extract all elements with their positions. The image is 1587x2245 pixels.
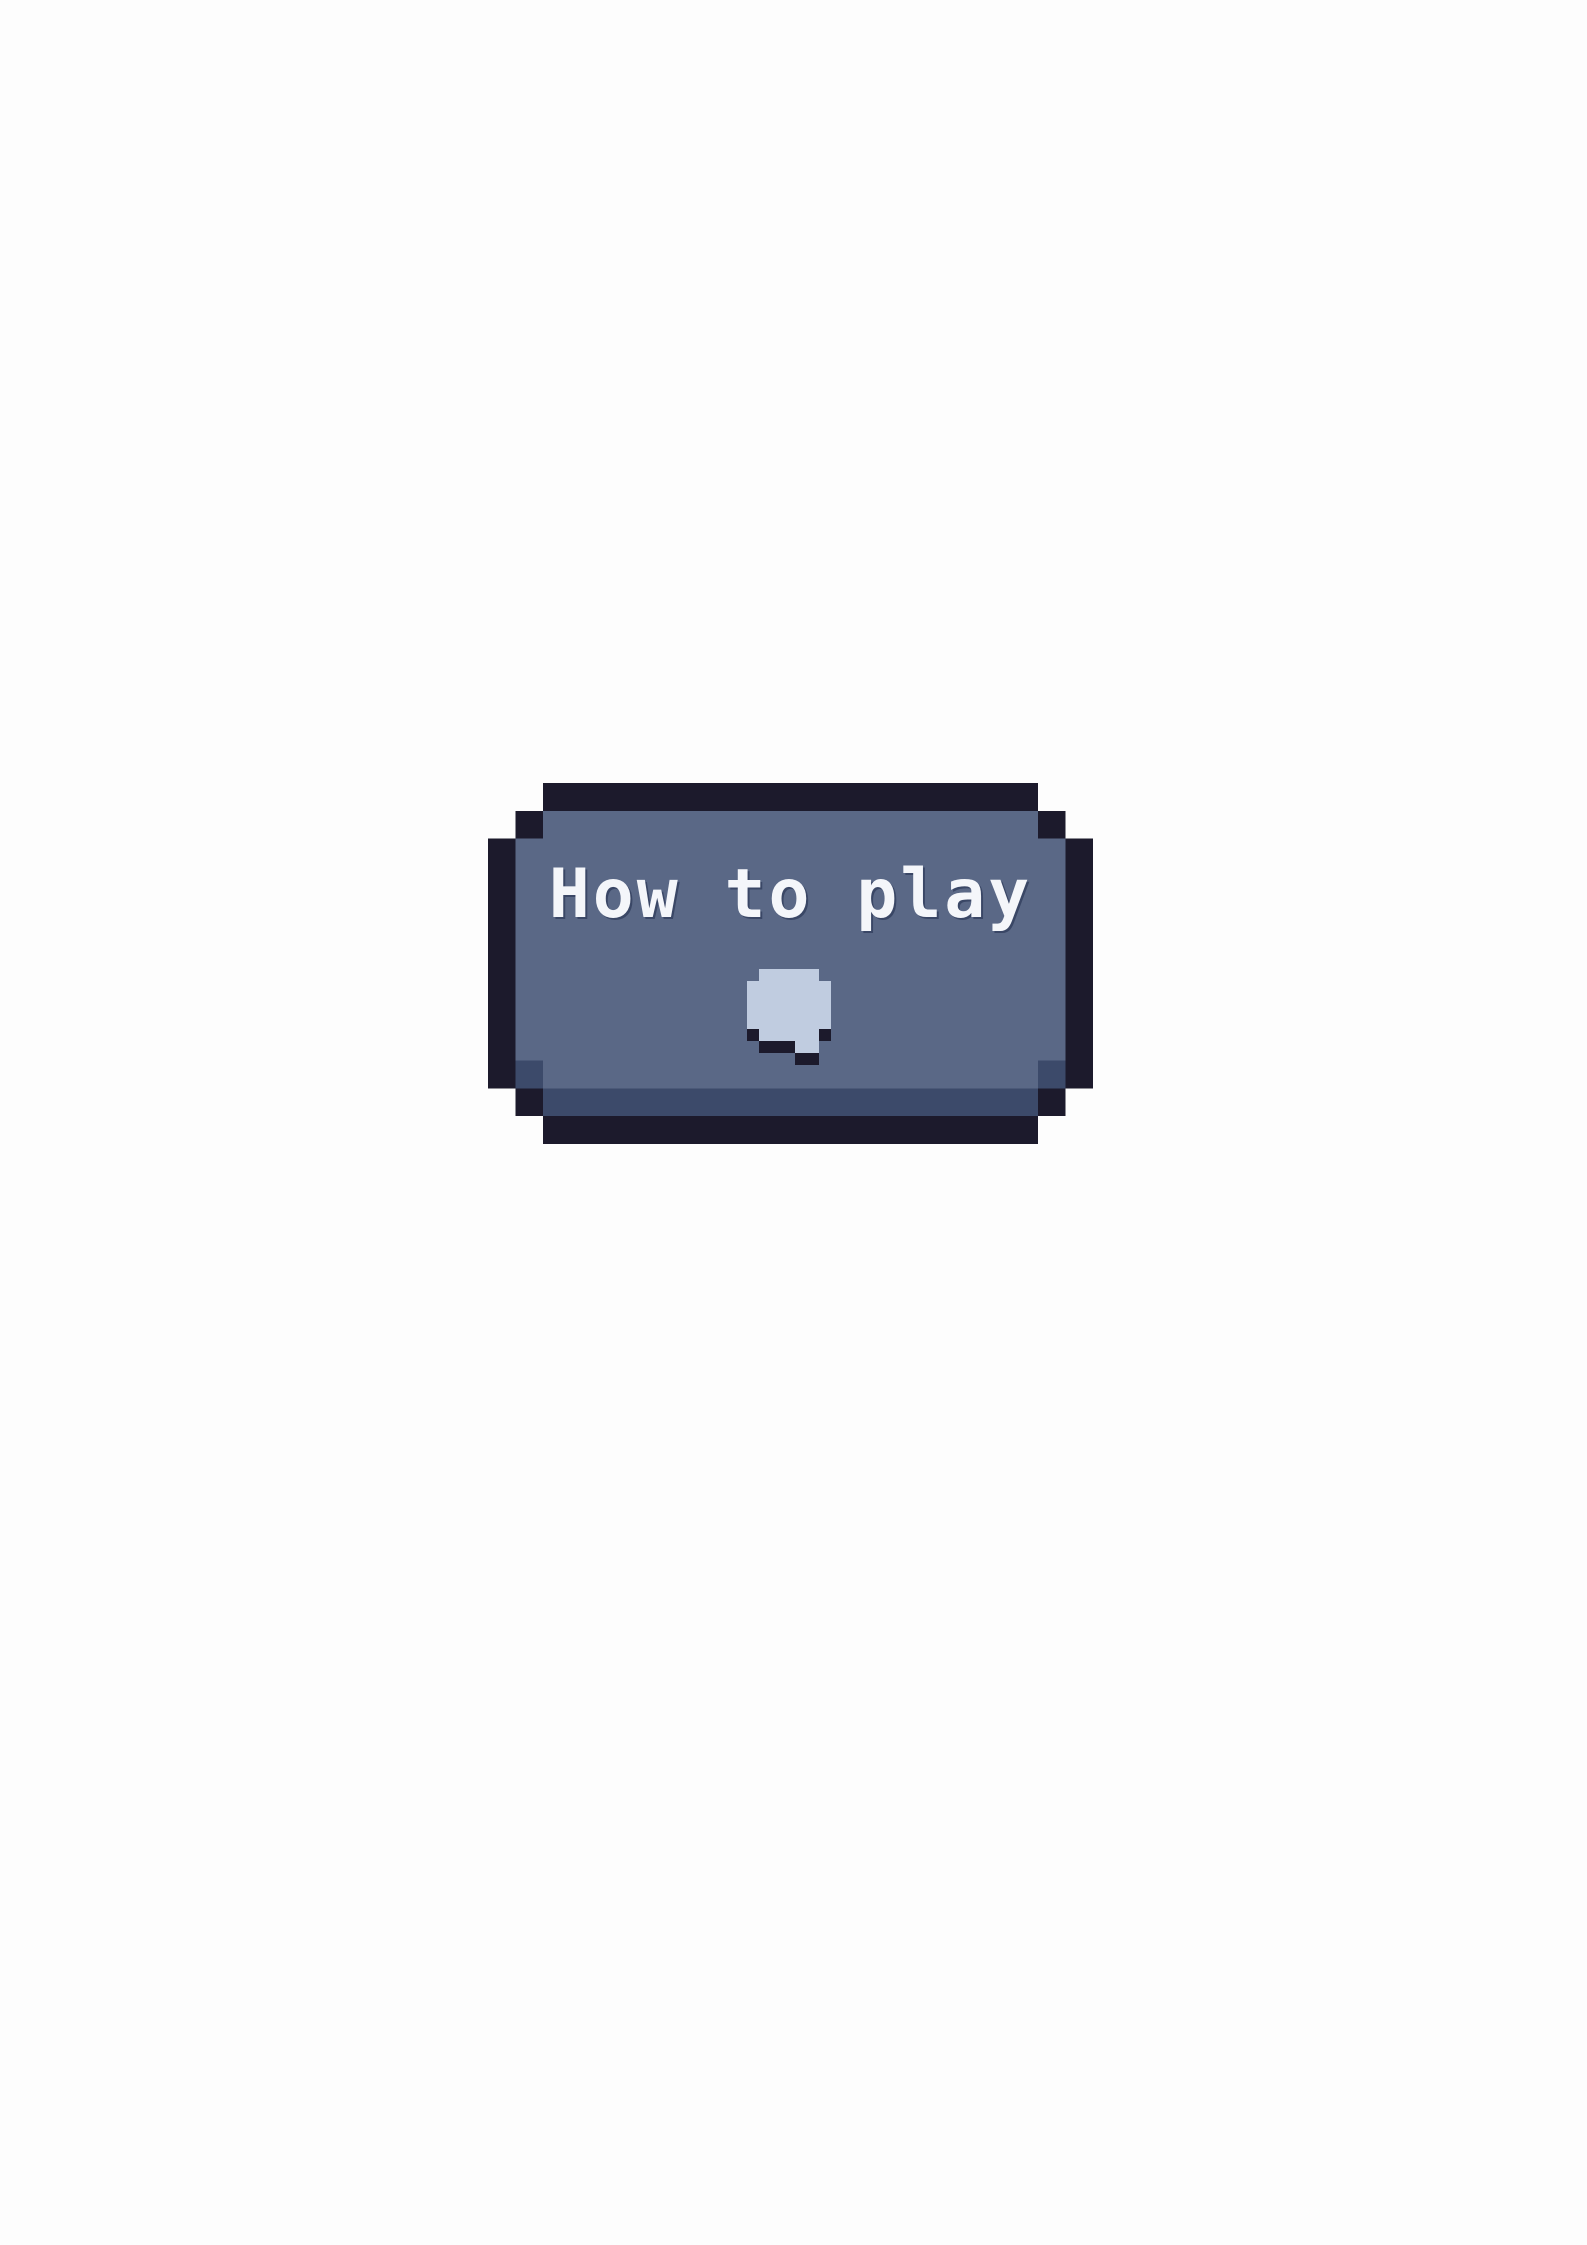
how-to-play-button[interactable]: How to play — [488, 783, 1093, 1144]
button-frame — [488, 783, 1093, 1144]
button-label: How to play — [548, 855, 1033, 934]
speech-bubble-icon — [741, 969, 837, 1065]
